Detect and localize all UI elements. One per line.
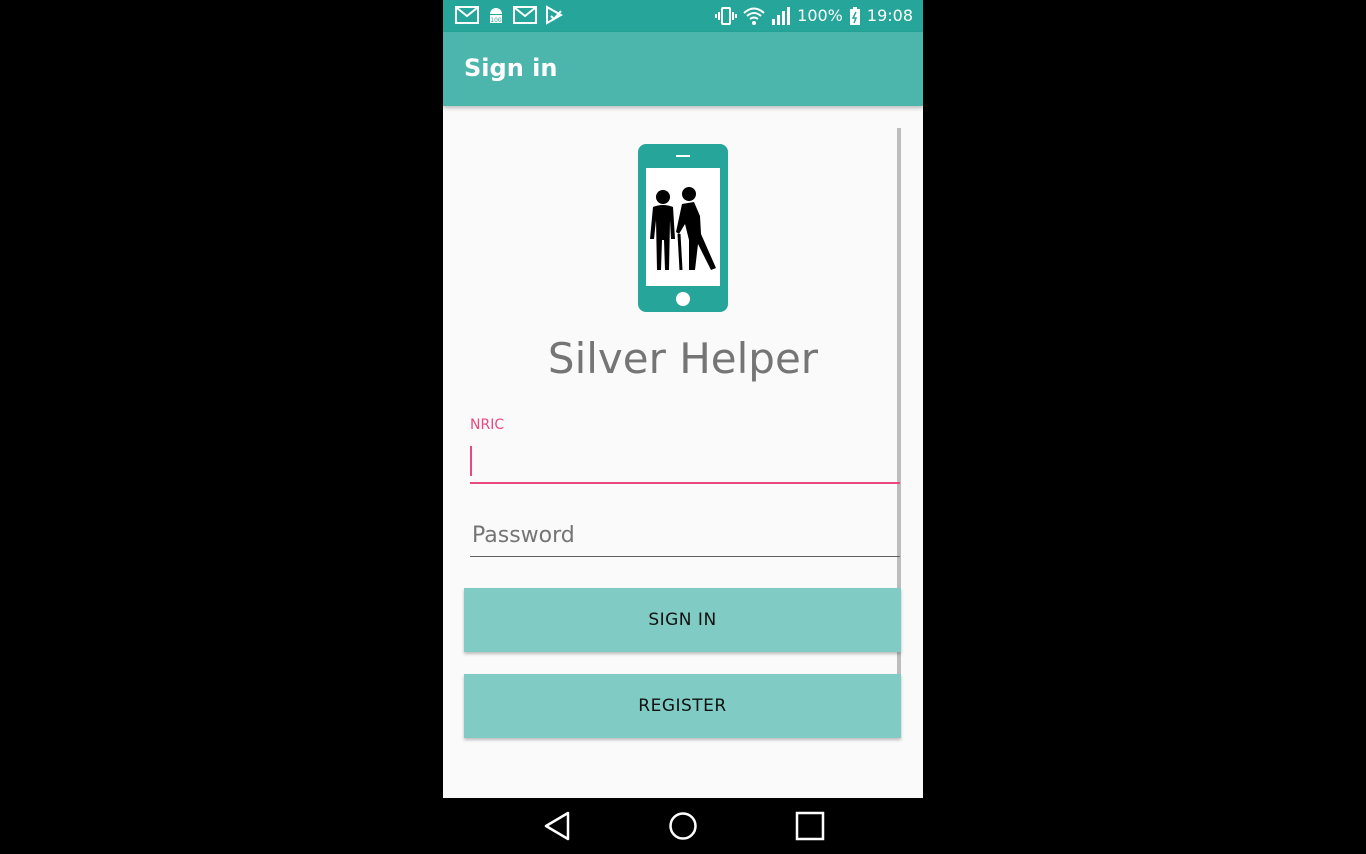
- page-title: Sign in: [464, 54, 558, 82]
- svg-text:100: 100: [490, 17, 502, 24]
- gmail-icon: [455, 6, 479, 24]
- text-cursor: [470, 446, 472, 476]
- clock: 19:08: [866, 6, 913, 25]
- navigation-bar: [443, 798, 923, 854]
- signal-icon: [772, 7, 791, 25]
- home-icon: [669, 812, 697, 840]
- vibrate-icon: [715, 7, 738, 25]
- sign-in-button[interactable]: SIGN IN: [464, 588, 901, 652]
- battery-percent: 100%: [797, 6, 843, 25]
- android-debug-icon: 100: [490, 8, 502, 24]
- register-button[interactable]: REGISTER: [464, 674, 901, 738]
- wifi-icon: [743, 7, 765, 25]
- elderly-phone-logo-icon: [638, 144, 728, 312]
- back-icon: [544, 811, 570, 841]
- nric-input[interactable]: [470, 440, 900, 484]
- nric-label: NRIC: [470, 417, 505, 433]
- system-status: 100% 19:08: [715, 5, 913, 27]
- phone-screen: 100 100% 19:08 Sign in Silver Helper NRI…: [443, 0, 923, 854]
- play-store-icon: [546, 5, 563, 25]
- password-input[interactable]: [470, 514, 900, 557]
- back-button[interactable]: [539, 808, 575, 844]
- app-name: Silver Helper: [547, 334, 819, 383]
- battery-charging-icon: [849, 7, 860, 25]
- app-bar: Sign in: [443, 32, 923, 106]
- gmail-icon: [513, 6, 537, 24]
- home-button[interactable]: [665, 808, 701, 844]
- status-bar: 100 100% 19:08: [443, 0, 923, 32]
- notification-icons: 100: [455, 5, 563, 25]
- recents-icon: [795, 811, 825, 841]
- recents-button[interactable]: [792, 808, 828, 844]
